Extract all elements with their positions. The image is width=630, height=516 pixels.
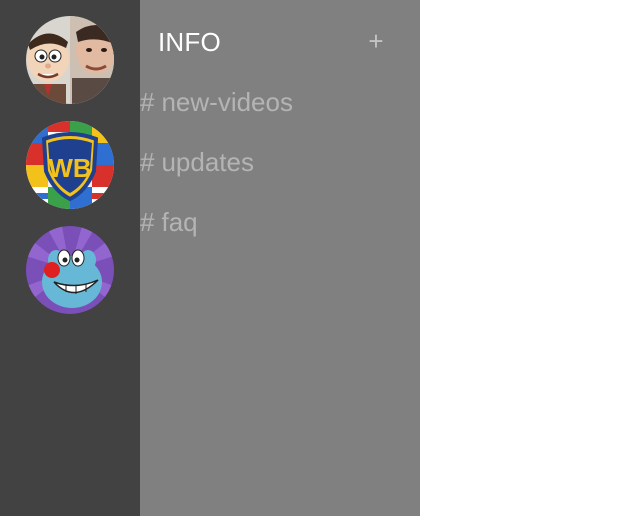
add-channel-button[interactable]: + <box>366 26 386 56</box>
channel-name: new-videos <box>161 87 293 117</box>
server-sidebar: WB <box>0 0 140 516</box>
oggy-server-image <box>26 226 114 314</box>
server-title: INFO <box>158 27 221 57</box>
channel-name: faq <box>161 207 198 237</box>
app-window: WB INFO + # new-videos # updates # faq <box>0 0 630 516</box>
channel-name: updates <box>161 147 254 177</box>
hash-icon: # <box>140 207 155 237</box>
mr-bean-server-image <box>26 16 114 104</box>
mr-bean-server-icon[interactable] <box>26 16 114 104</box>
channel-panel: INFO + # new-videos # updates # faq <box>140 0 420 516</box>
channel-item-faq[interactable]: # faq <box>140 204 198 240</box>
svg-text:WB: WB <box>48 153 91 183</box>
warner-bros-server-image: WB <box>26 121 114 209</box>
channel-item-updates[interactable]: # updates <box>140 144 254 180</box>
oggy-server-icon[interactable] <box>26 226 114 314</box>
channel-panel-header: INFO + <box>140 0 420 84</box>
hash-icon: # <box>140 147 155 177</box>
channel-item-new-videos[interactable]: # new-videos <box>140 84 293 120</box>
hash-icon: # <box>140 87 155 117</box>
warner-bros-server-icon[interactable]: WB <box>26 121 114 209</box>
